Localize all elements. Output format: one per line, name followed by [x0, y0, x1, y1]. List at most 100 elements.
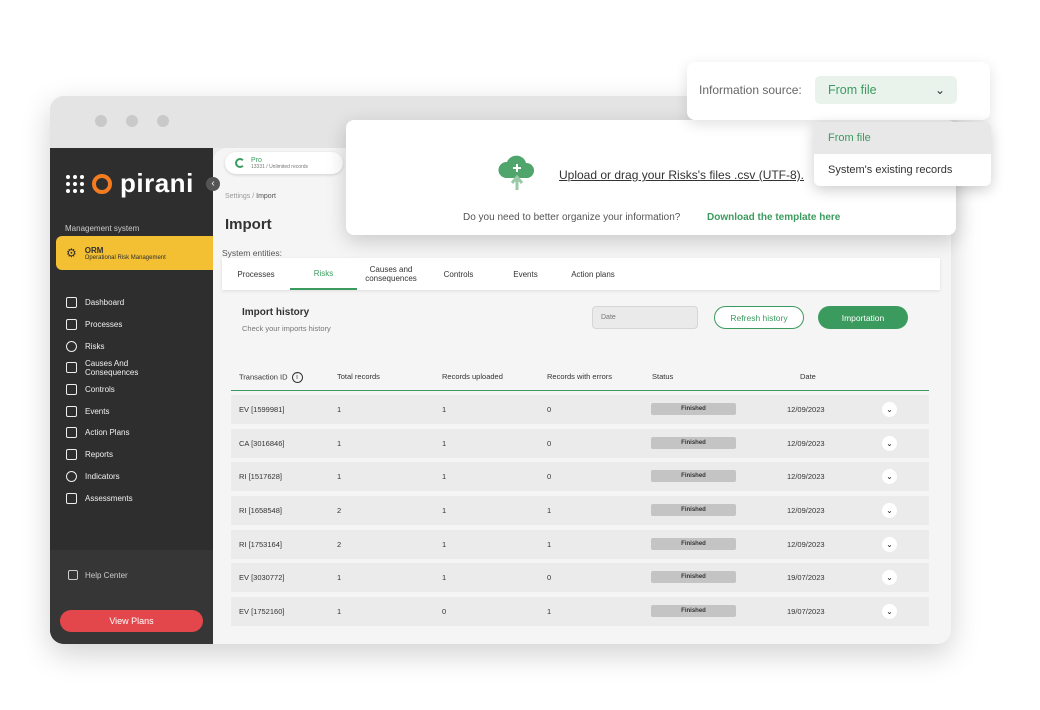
sidebar: pirani Management system ⚙ ORM Operation…	[50, 148, 221, 644]
pirani-logo-icon	[92, 173, 112, 194]
tab-action-plans[interactable]: Action plans	[559, 258, 627, 290]
table-header: Transaction ID i Total records Records up…	[231, 364, 929, 391]
column-header: Status	[652, 372, 674, 381]
alert-circle-icon	[66, 340, 77, 352]
window-dot[interactable]	[95, 115, 107, 127]
sidebar-item-action-plans[interactable]: Action Plans	[66, 422, 206, 444]
sidebar-item-causes-and-consequences[interactable]: Causes And Consequences	[66, 357, 206, 379]
date-filter-input[interactable]	[592, 306, 698, 329]
sidebar-item-label: Risks	[85, 341, 105, 351]
monitor-icon	[66, 297, 77, 309]
expand-row-chevron-icon[interactable]: ⌄	[882, 402, 897, 417]
table-row[interactable]: RI [1753164] 2 1 1 12/09/2023 Finished ⌄	[231, 529, 929, 559]
column-header: Date	[800, 372, 816, 381]
module-subtitle: Operational Risk Management	[84, 254, 166, 261]
expand-row-chevron-icon[interactable]: ⌄	[882, 469, 897, 485]
table-cell-uploaded: 1	[442, 506, 447, 516]
table-cell-date: 12/09/2023	[787, 438, 825, 448]
sidebar-item-assessments[interactable]: Assessments	[66, 487, 206, 509]
table-cell-errors: 0	[547, 438, 552, 448]
import-history-title: Import history	[242, 307, 310, 318]
view-plans-button[interactable]: View Plans	[60, 610, 203, 632]
info-icon[interactable]: i	[291, 372, 303, 383]
collapse-sidebar-icon[interactable]: ‹	[206, 177, 220, 191]
cloud-upload-icon[interactable]	[496, 152, 538, 192]
table-row[interactable]: CA [3016846] 1 1 0 12/09/2023 Finished ⌄	[231, 428, 929, 458]
window-dot[interactable]	[157, 115, 169, 127]
table-cell-total: 1	[337, 607, 342, 617]
sidebar-item-label: Action Plans	[85, 428, 130, 438]
sidebar-item-dashboard[interactable]: Dashboard	[66, 292, 206, 314]
table-row[interactable]: RI [1658548] 2 1 1 12/09/2023 Finished ⌄	[231, 496, 929, 526]
entity-tabs: Processes Risks Causes and consequences …	[222, 258, 940, 290]
apps-grid-icon[interactable]	[66, 174, 84, 193]
column-header: Records uploaded	[442, 372, 503, 381]
table-cell-total: 1	[337, 573, 342, 583]
table-cell-date: 19/07/2023	[787, 573, 825, 583]
window-dot[interactable]	[126, 115, 138, 127]
table-cell-id: RI [1517628]	[239, 472, 282, 482]
upload-files-link[interactable]: Upload or drag your Risks's files .csv (…	[559, 168, 804, 182]
status-badge: Finished	[651, 436, 736, 449]
breadcrumb-parent[interactable]: Settings	[225, 193, 250, 200]
table-cell-id: EV [1599981]	[239, 405, 285, 414]
table-cell-uploaded: 1	[442, 573, 447, 583]
sidebar-item-controls[interactable]: Controls	[66, 379, 206, 401]
expand-row-chevron-icon[interactable]: ⌄	[882, 604, 897, 620]
expand-row-chevron-icon[interactable]: ⌄	[882, 536, 897, 552]
section-label: Management system	[65, 224, 140, 233]
table-cell-id: EV [3030772]	[239, 573, 285, 583]
page-title: Import	[225, 216, 272, 233]
sidebar-item-label: Causes And Consequences	[85, 358, 139, 377]
sidebar-item-risks[interactable]: Risks	[66, 335, 206, 357]
tab-processes[interactable]: Processes	[222, 258, 290, 290]
table-cell-date: 12/09/2023	[787, 405, 825, 414]
tab-controls[interactable]: Controls	[425, 258, 492, 290]
table-cell-date: 12/09/2023	[787, 539, 825, 549]
information-source-dropdown: From file System's existing records	[814, 122, 991, 186]
tab-causes-and-consequences[interactable]: Causes and consequences	[357, 258, 425, 290]
importation-button[interactable]: Importation	[818, 306, 908, 329]
sidebar-item-reports[interactable]: Reports	[66, 444, 206, 466]
table-cell-uploaded: 1	[442, 472, 447, 482]
table-cell-uploaded: 0	[442, 607, 447, 617]
table-cell-errors: 1	[547, 539, 552, 549]
status-badge: Finished	[651, 470, 736, 483]
chevron-down-icon: ⌄	[934, 83, 945, 97]
sidebar-item-processes[interactable]: Processes	[66, 314, 206, 336]
active-module-orm[interactable]: ⚙ ORM Operational Risk Management	[56, 236, 221, 270]
sidebar-item-label: Assessments	[85, 493, 133, 503]
list-icon	[66, 319, 77, 331]
option-existing-records[interactable]: System's existing records	[814, 154, 991, 186]
tab-events[interactable]: Events	[492, 258, 559, 290]
sidebar-item-label: Controls	[85, 385, 115, 395]
download-template-link[interactable]: Download the template here	[707, 212, 840, 223]
sidebar-item-label: Reports	[85, 450, 114, 460]
table-row[interactable]: EV [1599981] 1 1 0 12/09/2023 Finished ⌄	[231, 395, 929, 424]
expand-row-chevron-icon[interactable]: ⌄	[882, 570, 897, 586]
table-cell-total: 1	[337, 438, 342, 448]
expand-row-chevron-icon[interactable]: ⌄	[882, 435, 897, 451]
help-icon	[68, 570, 78, 580]
plan-chip[interactable]: Pro 13331 / Unlimited records	[225, 152, 343, 174]
sidebar-item-indicators[interactable]: Indicators	[66, 466, 206, 488]
table-row[interactable]: RI [1517628] 1 1 0 12/09/2023 Finished ⌄	[231, 462, 929, 492]
help-center-link[interactable]: Help Center	[68, 570, 128, 580]
table-row[interactable]: EV [3030772] 1 1 0 19/07/2023 Finished ⌄	[231, 563, 929, 593]
status-badge: Finished	[651, 605, 736, 618]
table-cell-uploaded: 1	[442, 539, 447, 549]
refresh-history-button[interactable]: Refresh history	[714, 306, 804, 329]
status-badge: Finished	[651, 504, 736, 517]
import-history-subtitle: Check your imports history	[242, 324, 331, 333]
column-header: Total records	[337, 372, 380, 381]
option-from-file[interactable]: From file	[814, 122, 991, 154]
table-cell-errors: 0	[547, 405, 552, 414]
table-cell-total: 2	[337, 506, 342, 516]
information-source-select[interactable]: From file ⌄	[815, 76, 957, 104]
sidebar-item-events[interactable]: Events	[66, 400, 206, 422]
table-row[interactable]: EV [1752160] 1 0 1 19/07/2023 Finished ⌄	[231, 597, 929, 627]
expand-row-chevron-icon[interactable]: ⌄	[882, 503, 897, 519]
brand-logo[interactable]: pirani	[66, 168, 194, 199]
chart-icon	[66, 449, 77, 461]
tab-risks[interactable]: Risks	[290, 258, 357, 290]
